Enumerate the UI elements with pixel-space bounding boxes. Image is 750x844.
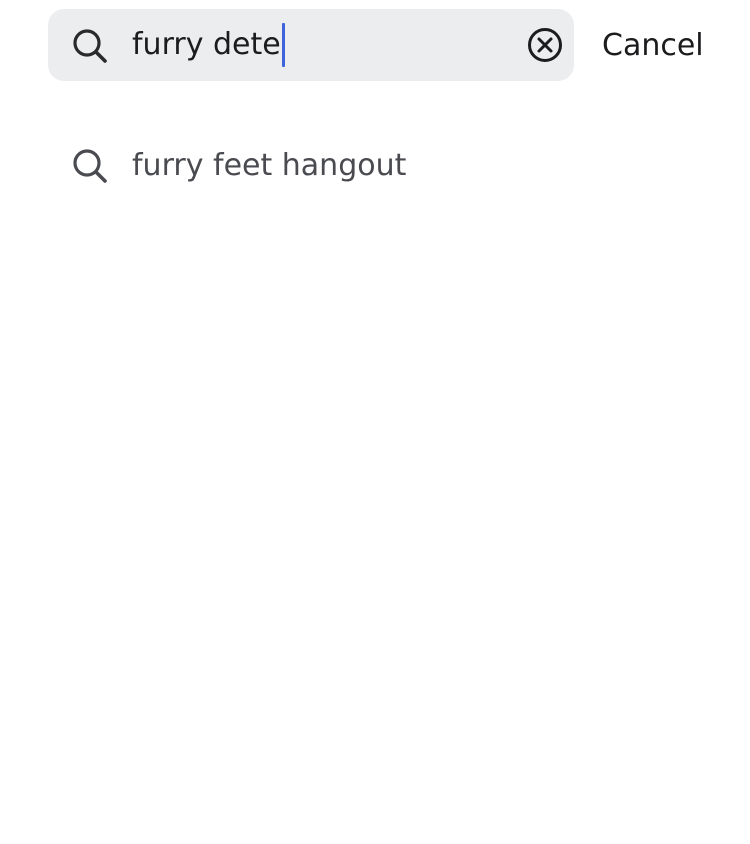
clear-circle-x-icon[interactable]: [526, 26, 564, 64]
text-caret: [281, 23, 285, 67]
search-screen: furry dete Cancel furry feet hangout: [0, 0, 750, 844]
search-query-text: furry dete: [132, 27, 281, 62]
search-input[interactable]: furry dete: [132, 9, 285, 81]
search-icon: [70, 26, 110, 66]
suggestion-label: furry feet hangout: [132, 148, 407, 183]
cancel-button[interactable]: Cancel: [602, 9, 704, 81]
search-bar[interactable]: furry dete: [48, 9, 574, 81]
suggestion-list: furry feet hangout: [0, 126, 750, 206]
suggestion-item[interactable]: furry feet hangout: [0, 126, 750, 206]
search-icon: [70, 146, 110, 186]
